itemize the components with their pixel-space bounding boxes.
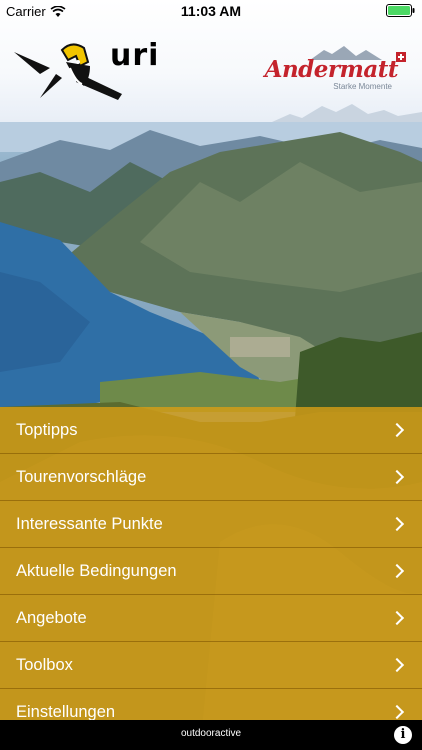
menu-item-label: Angebote (16, 608, 87, 627)
menu-item-aktuelle-bedingungen[interactable]: Aktuelle Bedingungen (0, 548, 422, 595)
status-time: 11:03 AM (180, 3, 242, 19)
status-bar: Carrier 11:03 AM (0, 0, 422, 22)
footer-brand: outdooractive (180, 728, 242, 739)
app-logo-text: uri (110, 38, 160, 73)
header-mountains (272, 104, 422, 122)
footer-bar: outdooractive i (0, 720, 422, 750)
battery-icon (386, 4, 415, 17)
info-icon[interactable]: i (394, 726, 412, 744)
menu-item-label: Einstellungen (16, 702, 116, 721)
partner-name: Andermatt (264, 56, 399, 83)
menu-item-toptipps[interactable]: Toptipps (0, 407, 422, 454)
partner-tagline: Starke Momente (333, 82, 392, 91)
swiss-flag-icon (396, 52, 406, 62)
menu-item-label: Interessante Punkte (16, 514, 163, 533)
menu-item-einstellungen[interactable]: Einstellungen (0, 689, 422, 720)
menu-item-toolbox[interactable]: Toolbox (0, 642, 422, 689)
menu-item-angebote[interactable]: Angebote (0, 595, 422, 642)
menu-item-label: Tourenvorschläge (16, 467, 147, 486)
menu-item-label: Aktuelle Bedingungen (16, 561, 177, 580)
menu-item-label: Toptipps (16, 420, 78, 439)
main-menu: Toptipps Tourenvorschläge Interessante P… (0, 407, 422, 720)
menu-item-interessante-punkte[interactable]: Interessante Punkte (0, 501, 422, 548)
menu-item-label: Toolbox (16, 655, 73, 674)
menu-item-tourenvorschlaege[interactable]: Tourenvorschläge (0, 454, 422, 501)
